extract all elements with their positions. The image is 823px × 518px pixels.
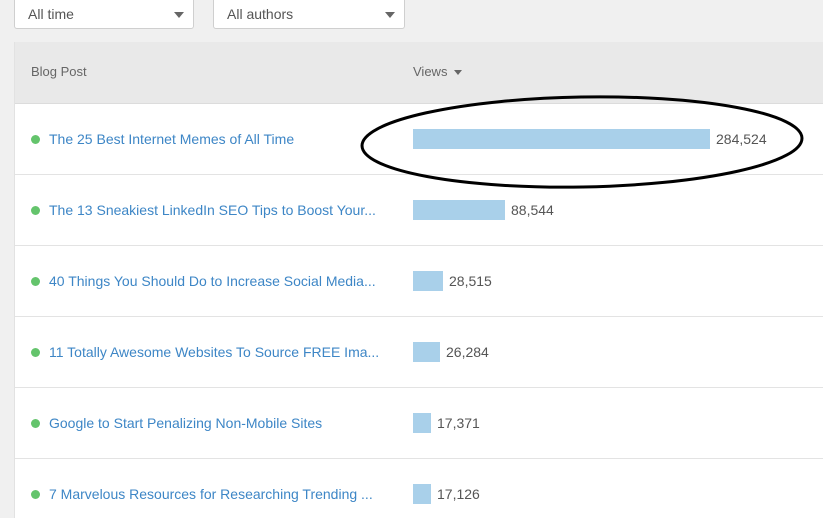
filter-bar: All time All authors — [0, 0, 823, 42]
chevron-down-icon — [385, 12, 395, 18]
status-dot — [31, 348, 40, 357]
status-dot — [31, 490, 40, 499]
views-count: 17,126 — [437, 486, 480, 502]
authors-select[interactable]: All authors — [213, 0, 405, 29]
table-row: 7 Marvelous Resources for Researching Tr… — [15, 459, 823, 518]
views-count: 28,515 — [449, 273, 492, 289]
views-bar — [413, 129, 710, 149]
column-header-blog-post: Blog Post — [31, 64, 87, 79]
table-row: Google to Start Penalizing Non-Mobile Si… — [15, 388, 823, 459]
views-bar — [413, 484, 431, 504]
table-row: The 13 Sneakiest LinkedIn SEO Tips to Bo… — [15, 175, 823, 246]
table-row: 11 Totally Awesome Websites To Source FR… — [15, 317, 823, 388]
post-title-link[interactable]: The 13 Sneakiest LinkedIn SEO Tips to Bo… — [49, 202, 389, 218]
status-dot — [31, 135, 40, 144]
table-row: The 25 Best Internet Memes of All Time 28… — [15, 104, 823, 175]
status-dot — [31, 277, 40, 286]
post-title-link[interactable]: 7 Marvelous Resources for Researching Tr… — [49, 486, 389, 502]
chevron-down-icon — [174, 12, 184, 18]
views-count: 17,371 — [437, 415, 480, 431]
sort-desc-icon — [454, 70, 463, 76]
views-count: 284,524 — [716, 131, 767, 147]
post-title-link[interactable]: 40 Things You Should Do to Increase Soci… — [49, 273, 389, 289]
authors-select-value: All authors — [227, 6, 294, 22]
views-bar — [413, 342, 440, 362]
column-header-views-label: Views — [413, 64, 448, 79]
status-dot — [31, 206, 40, 215]
blog-posts-table: Blog Post Views The 25 Best Internet Mem… — [14, 42, 823, 518]
post-title-link[interactable]: Google to Start Penalizing Non-Mobile Si… — [49, 415, 389, 431]
status-dot — [31, 419, 40, 428]
views-count: 88,544 — [511, 202, 554, 218]
views-bar — [413, 271, 443, 291]
post-title-link[interactable]: The 25 Best Internet Memes of All Time — [49, 131, 389, 147]
column-header-views[interactable]: Views — [413, 64, 463, 79]
table-header: Blog Post Views — [15, 42, 823, 104]
post-title-link[interactable]: 11 Totally Awesome Websites To Source FR… — [49, 344, 389, 360]
time-range-select-value: All time — [28, 6, 74, 22]
views-bar — [413, 413, 431, 433]
table-row: 40 Things You Should Do to Increase Soci… — [15, 246, 823, 317]
views-count: 26,284 — [446, 344, 489, 360]
time-range-select[interactable]: All time — [14, 0, 194, 29]
views-bar — [413, 200, 505, 220]
